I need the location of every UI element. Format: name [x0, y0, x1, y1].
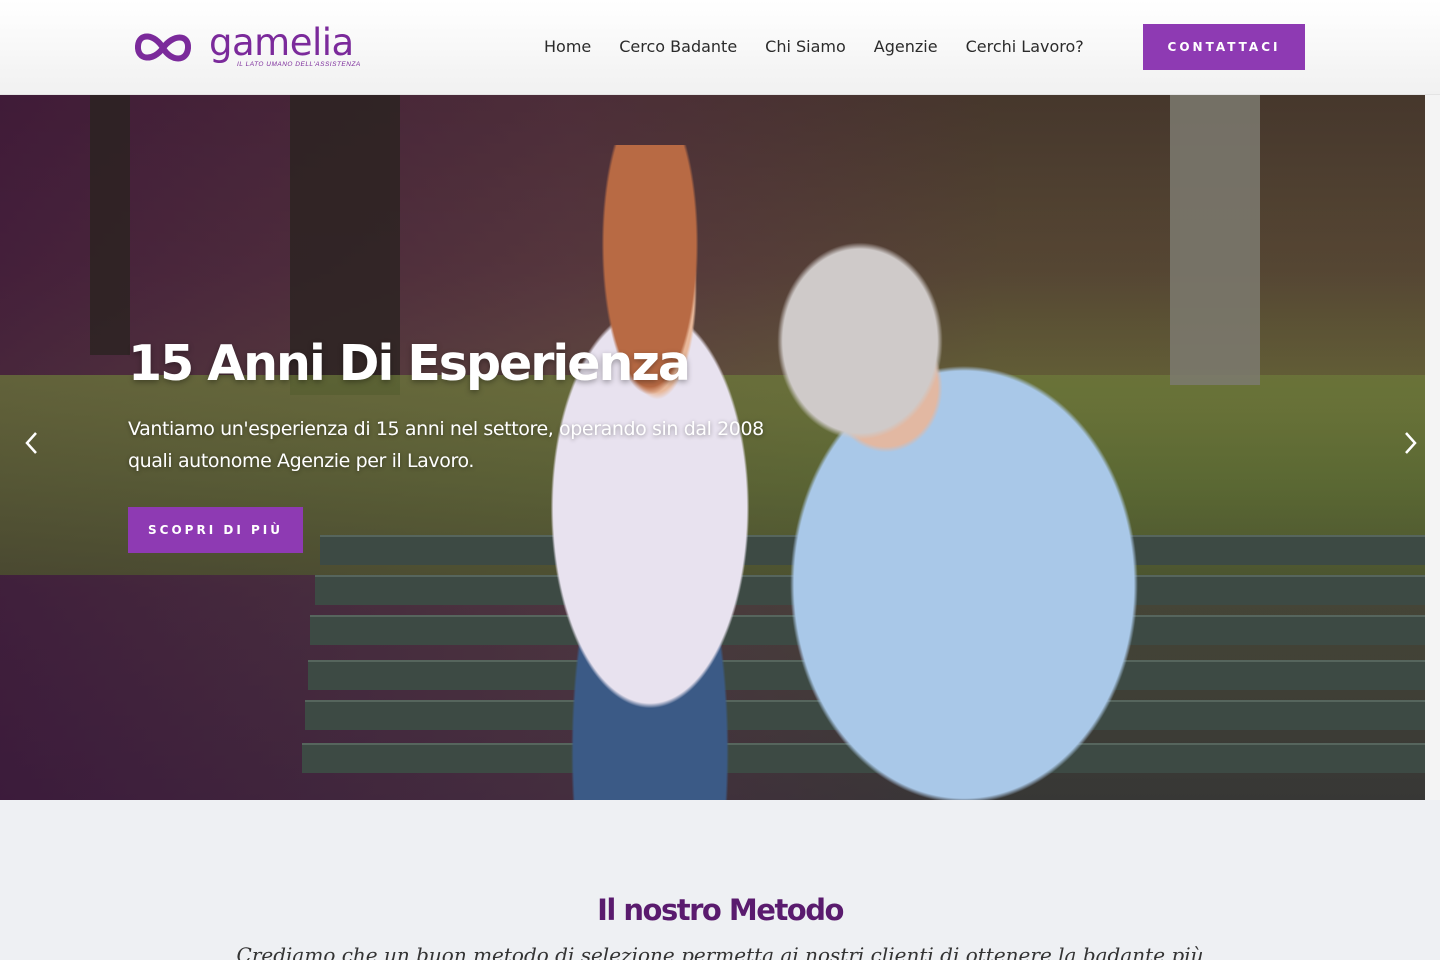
- logo-tagline: IL LATO UMANO DELL'ASSISTENZA: [237, 61, 361, 68]
- logo[interactable]: gamelia IL LATO UMANO DELL'ASSISTENZA: [133, 21, 363, 72]
- nav-chi-siamo[interactable]: Chi Siamo: [765, 36, 846, 58]
- chevron-left-icon: [25, 432, 37, 454]
- nav-home[interactable]: Home: [544, 36, 591, 58]
- contact-button[interactable]: CONTATTACI: [1143, 24, 1305, 70]
- site-header: gamelia IL LATO UMANO DELL'ASSISTENZA Ho…: [0, 0, 1440, 95]
- hero-background-tree: [90, 95, 130, 355]
- hero-description: Vantiamo un'esperienza di 15 anni nel se…: [128, 418, 764, 472]
- chevron-right-icon: [1405, 432, 1417, 454]
- slider-prev-button[interactable]: [16, 428, 46, 458]
- hero-photo-elderly-woman: [730, 225, 1250, 800]
- slider-next-button[interactable]: [1396, 428, 1425, 458]
- main-nav: Home Cerco Badante Chi Siamo Agenzie Cer…: [544, 36, 1084, 58]
- method-description: Crediamo che un buon metodo di selezione…: [236, 943, 1204, 960]
- hero-slider: 15 Anni Di Esperienza Vantiamo un'esperi…: [0, 95, 1425, 800]
- discover-more-button[interactable]: SCOPRI DI PIÙ: [128, 507, 303, 553]
- scrollbar-track[interactable]: [1425, 95, 1440, 800]
- hero-title: 15 Anni Di Esperienza: [128, 335, 691, 392]
- infinity-logo-icon: [135, 33, 191, 62]
- nav-cerchi-lavoro[interactable]: Cerchi Lavoro?: [966, 36, 1084, 58]
- nav-cerco-badante[interactable]: Cerco Badante: [619, 36, 737, 58]
- method-title: Il nostro Metodo: [597, 893, 844, 927]
- logo-wordmark: gamelia: [209, 21, 354, 64]
- nav-agenzie[interactable]: Agenzie: [874, 36, 938, 58]
